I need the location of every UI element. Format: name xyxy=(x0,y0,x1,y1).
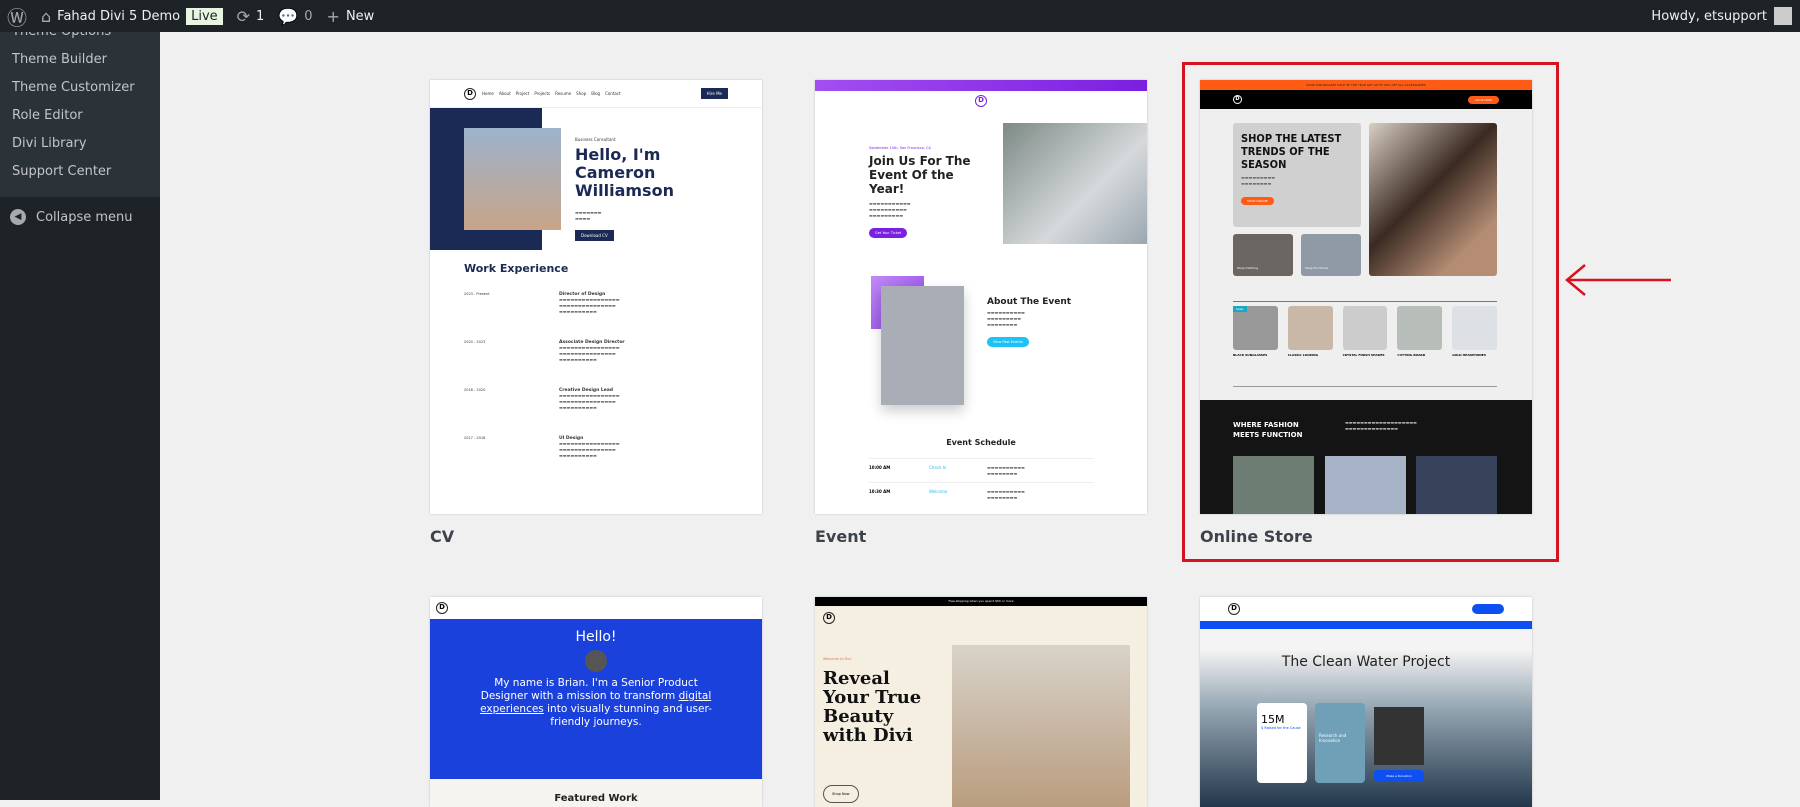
layout-card-beauty[interactable]: Free shipping when you spend $50 or more… xyxy=(815,597,1147,807)
cv-job-dates: 2017 - 2018 xyxy=(464,436,486,440)
event-schedule-row: 10:30 AM Welcome ▬▬▬▬▬▬▬▬▬▬ ▬▬▬▬▬▬▬▬ xyxy=(869,482,1094,506)
wordpress-icon: Ⓦ xyxy=(7,5,27,30)
sidebar-item-theme-customizer[interactable]: Theme Customizer xyxy=(0,74,160,102)
event-item: Check In xyxy=(929,465,947,470)
event-topbar xyxy=(815,80,1147,91)
charity-card-research: Research and Innovation xyxy=(1315,703,1365,783)
charity-headline: The Clean Water Project xyxy=(1281,654,1451,670)
cv-headline: Hello, I'm Cameron Williamson xyxy=(575,145,674,200)
portfolio-intro-2: into visually stunning and user-friendly… xyxy=(547,703,712,728)
event-ticket-button: Get Your Ticket xyxy=(869,228,908,238)
cv-nav: Home About Project Projects Resume Shop Blog Co… xyxy=(482,91,621,96)
event-about-image xyxy=(881,286,964,405)
beauty-shop-button: Shop Now xyxy=(823,785,859,803)
charity-stat: 15M xyxy=(1261,713,1285,726)
portfolio-intro: My name is Brian. I'm a Senior Product D… xyxy=(480,677,698,702)
plus-icon: + xyxy=(326,6,340,26)
avatar xyxy=(1774,7,1792,25)
comments-count: 0 xyxy=(304,8,313,24)
new-label: New xyxy=(345,8,375,24)
event-time: 10:30 AM xyxy=(869,489,891,494)
cv-job: 2018 - 2020 Creative Design Lead ▬▬▬▬▬▬▬▬▬… xyxy=(464,388,729,436)
live-badge: Live xyxy=(186,7,223,25)
cv-jobs: 2023 - Present Director of Design ▬▬▬▬▬▬▬▬… xyxy=(464,292,729,484)
cv-portrait xyxy=(464,128,561,230)
event-eyebrow: September 15th, San Francisco, CA xyxy=(869,146,931,150)
sidebar-item-role-editor[interactable]: Role Editor xyxy=(0,102,160,130)
event-schedule-title: Event Schedule xyxy=(946,438,1016,447)
beauty-banner: Free shipping when you spend $50 or more xyxy=(815,597,1147,606)
event-item: Welcome xyxy=(929,489,948,494)
event-time: 10:00 AM xyxy=(869,465,891,470)
layout-label-cv[interactable]: CV xyxy=(430,527,454,546)
divi-submenu: Theme Options Theme Builder Theme Custom… xyxy=(0,32,160,197)
highlight-box xyxy=(1182,62,1559,562)
layout-card-event[interactable]: D September 15th, San Francisco, CA Join… xyxy=(815,80,1147,514)
collapse-label: Collapse menu xyxy=(36,209,133,225)
howdy-text: Howdy, etsupport xyxy=(1651,8,1767,24)
event-past-button: View Past Events xyxy=(987,337,1029,347)
cv-nav-item: Projects xyxy=(534,91,551,96)
sidebar-item-divi-library[interactable]: Divi Library xyxy=(0,130,160,158)
updates-count: 1 xyxy=(256,8,265,24)
cv-job-dates: 2023 - Present xyxy=(464,292,490,296)
site-name: Fahad Divi 5 Demo xyxy=(57,8,181,24)
site-name-link[interactable]: ⌂ Fahad Divi 5 Demo Live xyxy=(34,0,230,32)
layout-card-cv[interactable]: D Home About Project Projects Resume Shop Blog… xyxy=(430,80,762,514)
cv-nav-item: About xyxy=(498,91,511,96)
portfolio-section: Featured Work xyxy=(554,793,638,804)
cv-job: 2020 - 2023 Associate Design Director ▬▬▬▬… xyxy=(464,340,729,388)
event-schedule-rows: 10:00 AM Check In ▬▬▬▬▬▬▬▬▬▬ ▬▬▬▬▬▬▬▬ 10:30 … xyxy=(869,458,1094,506)
cv-job-dates: 2020 - 2023 xyxy=(464,340,486,344)
cv-eyebrow: Business Consultant xyxy=(575,137,616,142)
cv-section-title: Work Experience xyxy=(464,262,569,275)
arrow-left-icon xyxy=(1565,264,1671,296)
cv-job-dates: 2018 - 2020 xyxy=(464,388,486,392)
sidebar-item-support-center[interactable]: Support Center xyxy=(0,158,160,186)
cv-nav-item: Resume xyxy=(555,91,572,96)
account-menu[interactable]: Howdy, etsupport xyxy=(1651,0,1792,32)
comments-link[interactable]: 💬 0 xyxy=(271,0,319,32)
cv-nav-item: Blog xyxy=(591,91,601,96)
cv-nav-item: Shop xyxy=(576,91,587,96)
collapse-menu-button[interactable]: ◀ Collapse menu xyxy=(0,197,160,237)
home-icon: ⌂ xyxy=(41,6,52,26)
portfolio-avatar xyxy=(585,650,607,672)
cv-download-button: Download CV xyxy=(575,230,614,241)
sidebar-item-theme-builder[interactable]: Theme Builder xyxy=(0,46,160,74)
beauty-hero-image xyxy=(952,645,1130,807)
admin-sidebar: Theme Options Theme Builder Theme Custom… xyxy=(0,32,160,800)
divi-logo: D xyxy=(464,87,476,100)
cv-nav-item: Contact xyxy=(605,91,621,96)
divi-logo: D xyxy=(1228,603,1240,615)
event-about-title: About The Event xyxy=(987,297,1072,307)
charity-stat-label: $ Raised for the Cause xyxy=(1261,726,1301,730)
cv-job: 2017 - 2018 UI Design ▬▬▬▬▬▬▬▬▬▬▬▬▬▬▬▬ ▬▬▬▬… xyxy=(464,436,729,484)
portfolio-hello: Hello! xyxy=(575,629,617,645)
admin-bar: Ⓦ ⌂ Fahad Divi 5 Demo Live ⟳ 1 💬 0 + New Howd… xyxy=(0,0,1800,32)
wordpress-logo-button[interactable]: Ⓦ xyxy=(0,0,34,32)
cv-job: 2023 - Present Director of Design ▬▬▬▬▬▬▬▬… xyxy=(464,292,729,340)
hire-button: Hire Me xyxy=(700,88,728,99)
sidebar-item-theme-options[interactable]: Theme Options xyxy=(0,32,160,46)
divi-logo: D xyxy=(975,95,987,107)
divi-logo: D xyxy=(436,602,448,614)
charity-donate-button: Make a Donation xyxy=(1374,770,1424,782)
layout-card-portfolio[interactable]: D Hello! My name is Brian. I'm a Senior … xyxy=(430,597,762,807)
beauty-eyebrow: Welcome to Divi xyxy=(823,657,852,661)
beauty-headline: Reveal Your True Beauty with Divi xyxy=(823,668,922,746)
layout-card-charity[interactable]: D The Clean Water Project 15M $ Raised f… xyxy=(1200,597,1532,807)
cv-nav-item: Home xyxy=(482,91,494,96)
comment-icon: 💬 xyxy=(278,6,299,26)
updates-icon: ⟳ xyxy=(236,6,251,26)
divi-logo: D xyxy=(823,612,835,624)
collapse-icon: ◀ xyxy=(10,209,26,225)
layout-label-event[interactable]: Event xyxy=(815,527,866,546)
new-content-link[interactable]: + New xyxy=(320,0,382,32)
event-hero-image xyxy=(1003,123,1147,244)
cv-nav-item: Project xyxy=(515,91,530,96)
updates-link[interactable]: ⟳ 1 xyxy=(230,0,272,32)
event-headline: Join Us For The Event Of the Year! xyxy=(869,154,971,196)
event-schedule-row: 10:00 AM Check In ▬▬▬▬▬▬▬▬▬▬ ▬▬▬▬▬▬▬▬ xyxy=(869,458,1094,482)
